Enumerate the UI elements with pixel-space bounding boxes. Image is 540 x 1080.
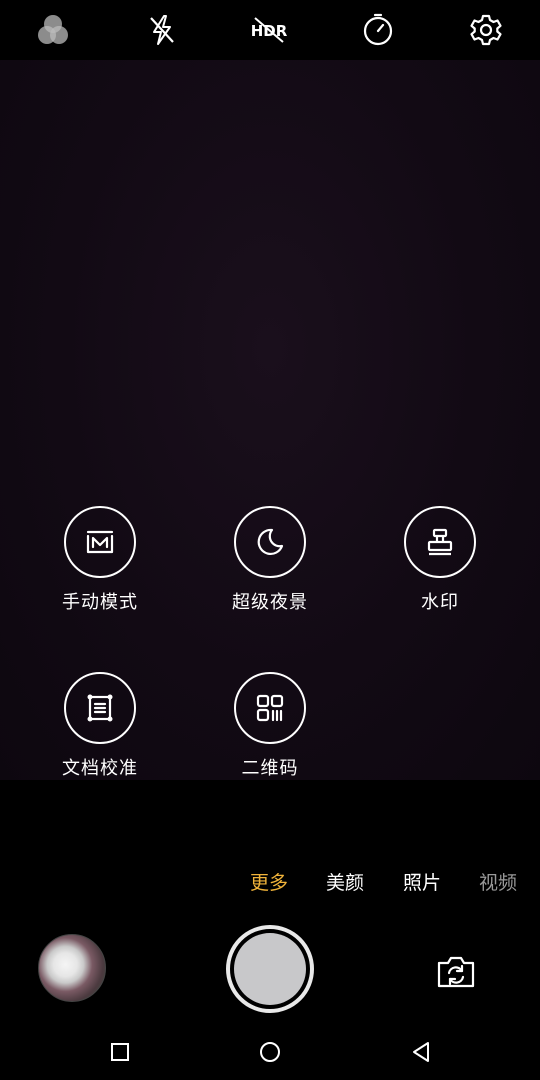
qr-code-icon xyxy=(234,672,306,744)
settings-icon[interactable] xyxy=(466,10,506,50)
system-navigation-bar xyxy=(0,1025,540,1080)
tab-video[interactable]: 视频 xyxy=(479,868,517,895)
mode-label: 水印 xyxy=(421,592,459,613)
mode-label: 二维码 xyxy=(241,758,299,779)
tab-beauty[interactable]: 美颜 xyxy=(326,868,364,895)
timer-icon[interactable] xyxy=(358,10,398,50)
document-correction-icon xyxy=(64,672,136,744)
hdr-off-icon[interactable]: HDR xyxy=(249,10,289,50)
mode-label: 文档校准 xyxy=(62,758,138,779)
home-icon[interactable] xyxy=(257,1039,283,1065)
flash-off-icon[interactable] xyxy=(142,10,182,50)
switch-camera-icon[interactable] xyxy=(434,950,478,994)
night-moon-icon xyxy=(234,506,306,578)
mode-watermark[interactable]: 水印 xyxy=(370,506,510,626)
gallery-thumbnail[interactable] xyxy=(38,934,106,1002)
mode-label: 手动模式 xyxy=(62,592,138,613)
shutter-inner xyxy=(234,933,306,1005)
tab-more[interactable]: 更多 xyxy=(250,868,288,895)
mode-super-night[interactable]: 超级夜景 xyxy=(200,506,340,626)
mode-tabs: 更多 美颜 照片 视频 xyxy=(0,868,540,908)
filter-icon[interactable] xyxy=(33,10,73,50)
shutter-button[interactable] xyxy=(226,925,314,1013)
mode-qr-code[interactable]: 二维码 xyxy=(200,672,340,792)
back-icon[interactable] xyxy=(408,1039,434,1065)
watermark-stamp-icon xyxy=(404,506,476,578)
mode-label: 超级夜景 xyxy=(232,592,308,613)
recent-apps-icon[interactable] xyxy=(107,1039,133,1065)
tab-photo[interactable]: 照片 xyxy=(403,868,441,895)
manual-mode-icon xyxy=(64,506,136,578)
mode-manual[interactable]: 手动模式 xyxy=(30,506,170,626)
top-toolbar: HDR xyxy=(0,0,540,60)
mode-document-correction[interactable]: 文档校准 xyxy=(30,672,170,792)
